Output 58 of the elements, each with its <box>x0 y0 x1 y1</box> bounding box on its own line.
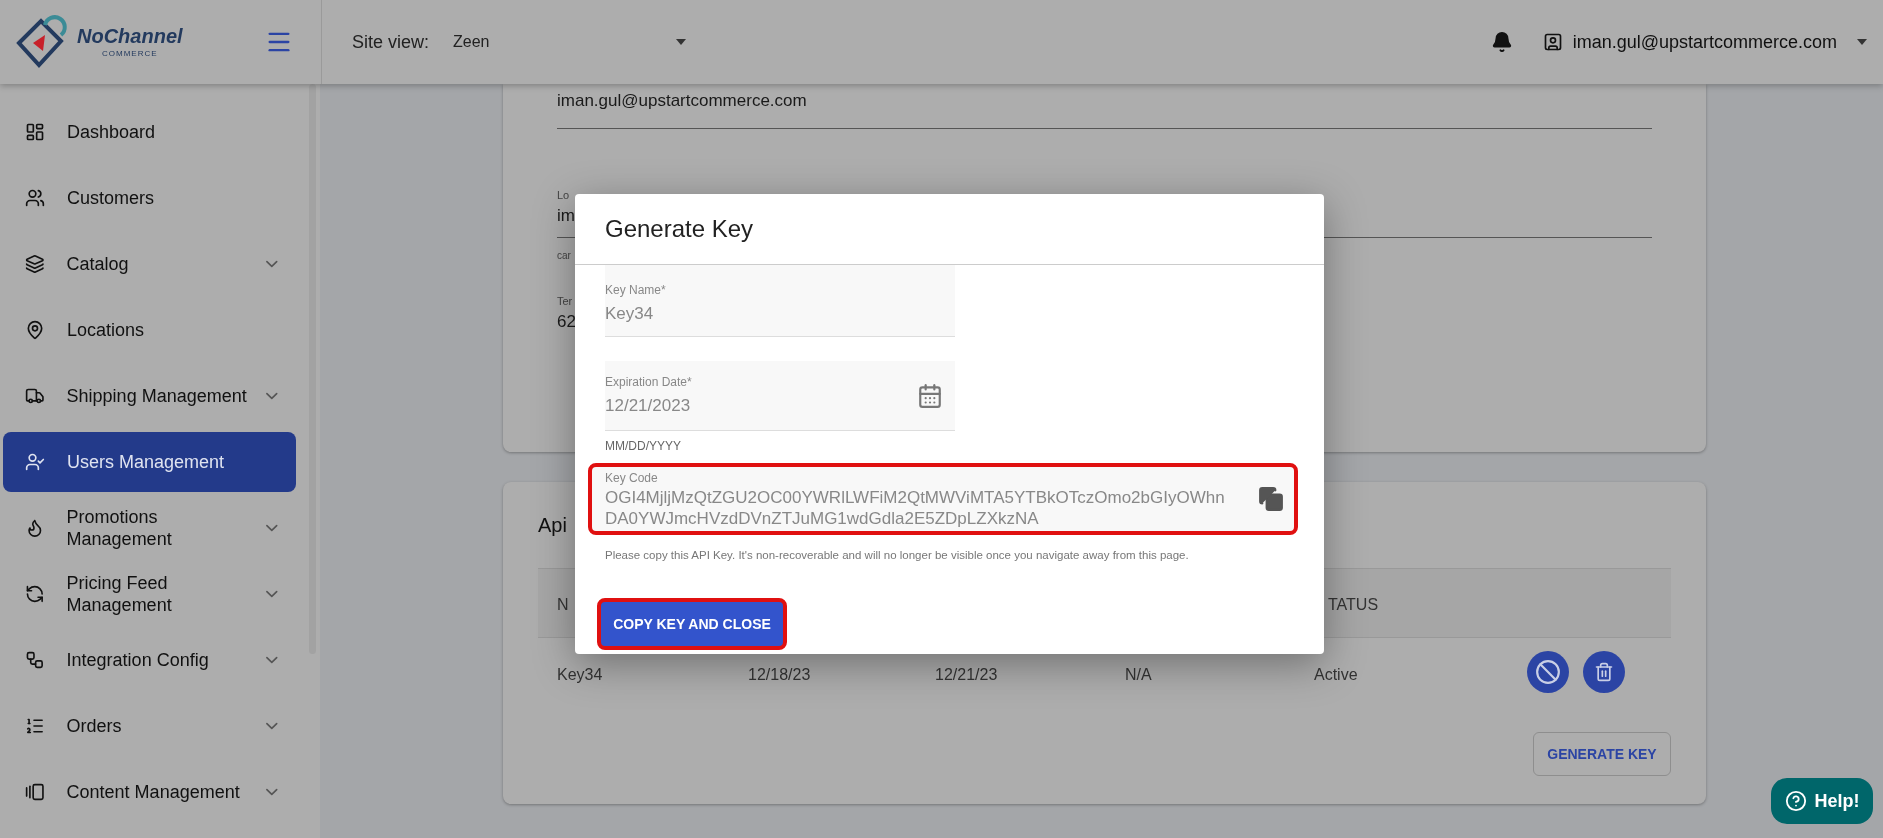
copy-key-and-close-button[interactable]: COPY KEY AND CLOSE <box>597 598 787 651</box>
layers-icon <box>25 254 45 274</box>
sidebar-item[interactable]: Dashboard <box>3 102 296 162</box>
people-icon <box>25 188 45 208</box>
sidebar-item[interactable]: Customers <box>3 168 296 228</box>
help-button[interactable]: Help! <box>1771 778 1873 824</box>
gallery-icon <box>25 782 45 802</box>
dashboard-icon <box>25 122 45 142</box>
sidebar-item[interactable]: Catalog <box>3 234 296 294</box>
sidebar-item[interactable]: Users Management <box>3 432 296 492</box>
table-cell-text: Active <box>1314 665 1358 685</box>
sidebar-item[interactable]: Content Management <box>3 762 296 822</box>
workflow-icon <box>25 650 45 670</box>
calendar-icon <box>917 382 943 409</box>
dialog-title: Generate Key <box>605 214 754 244</box>
disable-button[interactable] <box>1527 651 1569 693</box>
truck-icon <box>25 386 45 406</box>
site-view-label: Site view: <box>352 30 430 54</box>
dropdown-caret-icon <box>676 39 687 45</box>
card-title: Api <box>538 513 567 538</box>
field-value: im <box>557 205 575 227</box>
table-cell-text: Key34 <box>557 665 603 685</box>
account-caret-icon <box>1857 39 1867 45</box>
field-label: Lo <box>557 187 570 203</box>
user-check-icon <box>25 452 45 472</box>
list-icon <box>25 716 45 736</box>
sidebar-item[interactable]: Locations <box>3 300 296 360</box>
generate-key-button[interactable]: GENERATE KEY <box>1533 732 1671 776</box>
site-view-select[interactable]: Zeen <box>453 30 687 54</box>
sidebar-item[interactable]: Orders <box>3 696 296 756</box>
delete-button[interactable] <box>1583 651 1625 693</box>
table-cell-text: 12/21/23 <box>935 665 998 685</box>
sidebar-item[interactable]: Shipping Management <box>3 366 296 426</box>
notification-bell-icon <box>1490 31 1513 53</box>
logo-subtext: COMMERCE <box>102 50 158 58</box>
sidebar-item[interactable]: Pricing Feed Management <box>3 564 296 624</box>
table-cell-text: 12/18/23 <box>748 665 811 685</box>
column-header: TATUS <box>1328 595 1379 615</box>
refresh-icon <box>25 584 45 604</box>
account-icon <box>1542 32 1563 52</box>
copy-button[interactable] <box>1258 486 1284 512</box>
sidebar-item[interactable]: Promotions Management <box>3 498 296 558</box>
date-format-hint: MM/DD/YYYY <box>605 438 682 455</box>
table-cell-text: N/A <box>1125 665 1152 685</box>
account-button[interactable]: iman.gul@upstartcommerce.com <box>1542 28 1837 56</box>
block-icon <box>1535 659 1561 685</box>
help-icon <box>1784 790 1807 812</box>
field-value: iman.gul@upstartcommerce.com <box>557 91 807 110</box>
field-hint: car <box>557 248 571 263</box>
column-header: N <box>557 595 569 615</box>
logo-text: NoChannel <box>77 26 183 46</box>
trash-icon <box>1594 662 1614 682</box>
sidebar-item[interactable]: Integration Config <box>3 630 296 690</box>
map-pin-icon <box>25 320 45 340</box>
copy-warning-text: Please copy this API Key. It's non-recoverable and will no longer be visible once you navigate away from this page. <box>605 548 1190 563</box>
field-value: 62 <box>557 311 576 333</box>
copy-icon <box>1258 486 1284 512</box>
field-label: Ter <box>557 293 573 309</box>
